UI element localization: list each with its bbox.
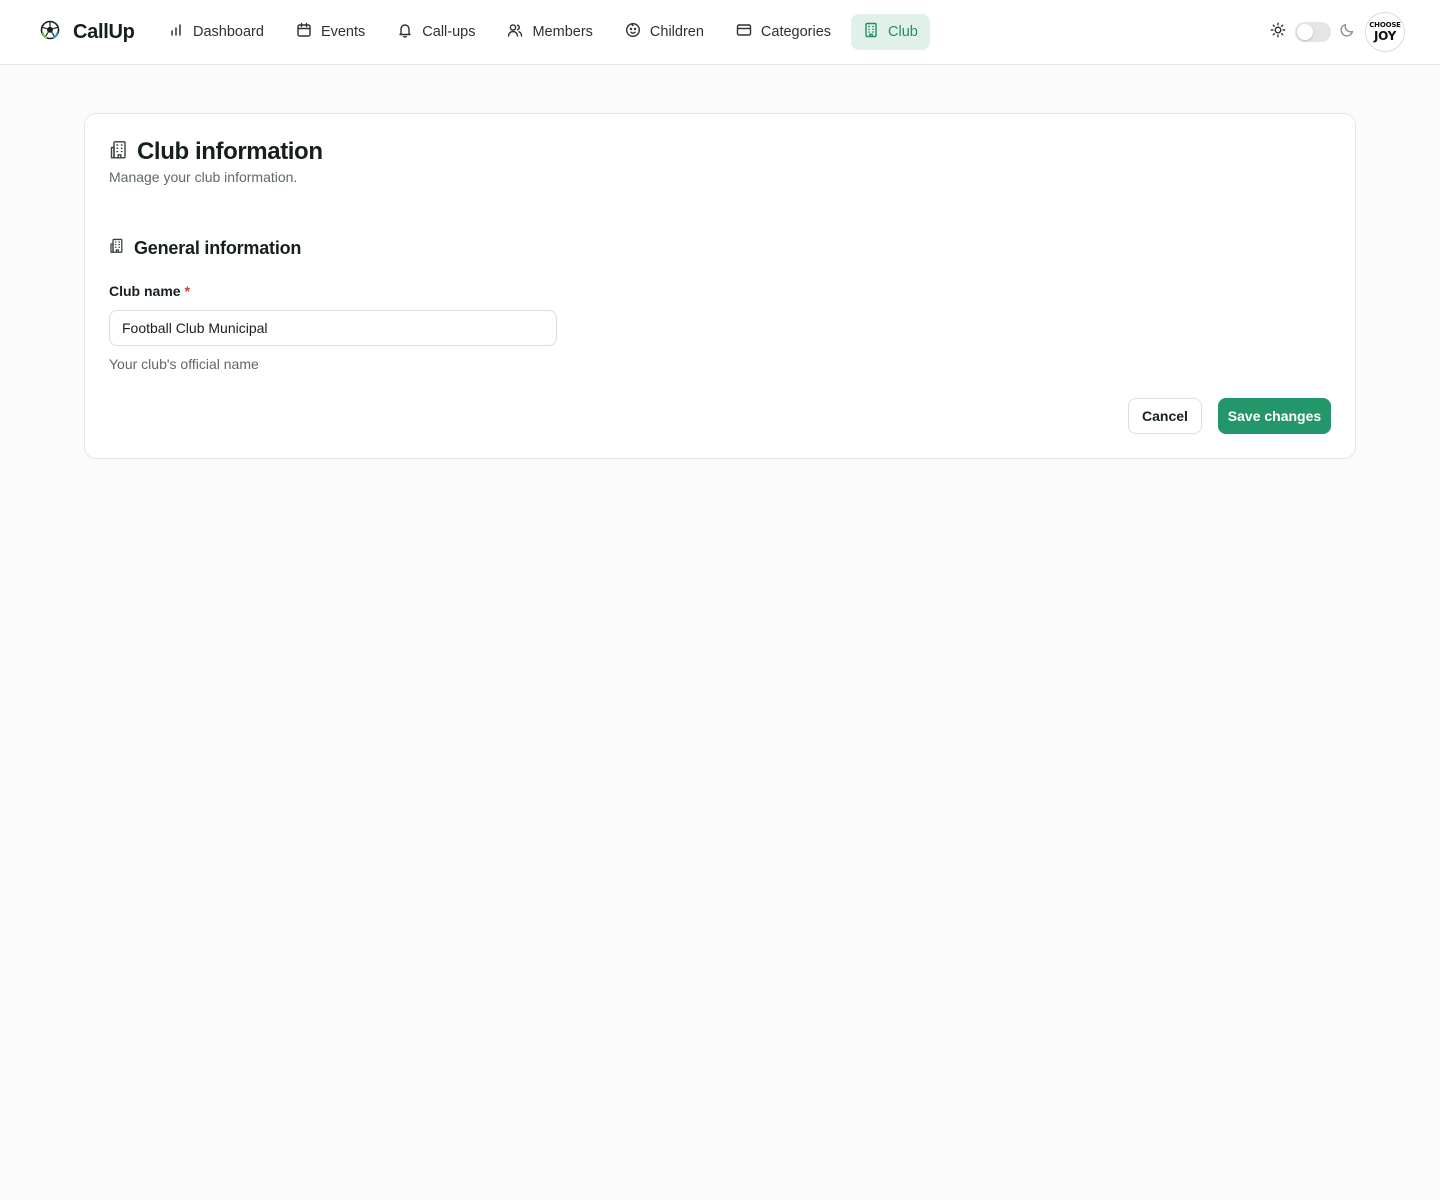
baby-face-icon (625, 22, 641, 42)
page-title: Club information (109, 138, 323, 166)
bell-icon (397, 22, 413, 42)
calendar-icon (296, 22, 312, 42)
nav-item-label: Dashboard (193, 24, 264, 40)
nav-item-label: Club (888, 24, 918, 40)
nav-item-categories[interactable]: Categories (724, 14, 843, 50)
nav-item-label: Children (649, 24, 704, 40)
save-changes-button[interactable]: Save changes (1218, 398, 1331, 434)
club-name-label: Club name * (109, 283, 190, 299)
nav-item-label: Events (320, 24, 366, 40)
app-name: CallUp (73, 21, 135, 43)
nav-item-members[interactable]: Members (495, 14, 604, 50)
toggle-knob (1297, 24, 1313, 40)
brand[interactable]: CallUp (40, 20, 135, 45)
building-icon (109, 140, 129, 165)
theme-toggle[interactable] (1295, 22, 1331, 42)
main-nav: Dashboard Events Call-ups Members Childr… (156, 14, 938, 50)
section-title: General information (109, 238, 301, 259)
credit-card-icon (736, 22, 752, 42)
nav-item-call-ups[interactable]: Call-ups (385, 14, 487, 50)
page-title-text: Club information (137, 138, 323, 165)
soccer-ball-icon (40, 20, 60, 45)
avatar-line-2: JOY (1373, 29, 1397, 43)
avatar[interactable]: CHOOSE JOY (1365, 12, 1405, 52)
avatar-line-1: CHOOSE (1369, 21, 1401, 29)
cancel-button[interactable]: Cancel (1128, 398, 1202, 434)
club-name-label-text: Club name (109, 283, 181, 299)
club-name-input[interactable] (109, 310, 557, 346)
required-marker: * (184, 283, 191, 299)
section-title-text: General information (134, 238, 302, 258)
nav-item-label: Members (532, 24, 593, 40)
nav-item-label: Call-ups (422, 24, 476, 40)
nav-item-dashboard[interactable]: Dashboard (156, 14, 276, 50)
users-icon (507, 22, 523, 42)
club-name-help-text: Your club's official name (109, 356, 259, 372)
bar-chart-icon (168, 22, 184, 42)
nav-item-label: Categories (760, 24, 832, 40)
sun-icon (1270, 22, 1286, 43)
building-icon (863, 22, 879, 42)
header-tools: CHOOSE JOY (1270, 12, 1405, 52)
moon-icon (1339, 22, 1355, 43)
building-icon (109, 238, 125, 259)
top-navigation-bar: CallUp Dashboard Events Call-ups Members (0, 0, 1440, 65)
page-subtitle: Manage your club information. (109, 169, 298, 185)
nav-item-events[interactable]: Events (284, 14, 377, 50)
nav-item-children[interactable]: Children (613, 14, 716, 50)
nav-item-club[interactable]: Club (851, 14, 930, 50)
club-information-card: Club information Manage your club inform… (84, 113, 1356, 459)
